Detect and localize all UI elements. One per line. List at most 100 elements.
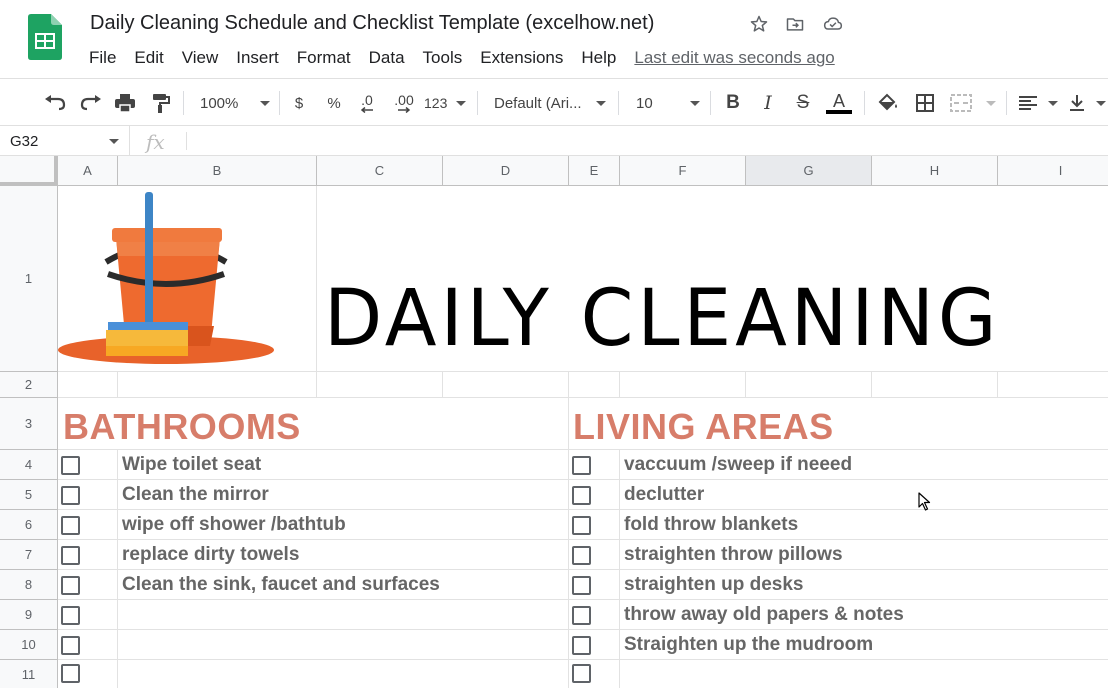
font-size-value: 10 [636, 94, 653, 112]
task-label[interactable]: fold throw blankets [624, 514, 798, 536]
menu-data[interactable]: Data [360, 44, 414, 72]
checkbox[interactable] [61, 606, 80, 625]
fx-icon: fx [146, 130, 165, 154]
row-header-8[interactable]: 8 [0, 570, 58, 600]
decrease-decimal-button[interactable]: .0 [354, 90, 380, 116]
menu-view[interactable]: View [173, 44, 228, 72]
percent-format-button[interactable]: % [324, 90, 344, 116]
column-header-b[interactable]: B [118, 156, 317, 186]
row-header-4[interactable]: 4 [0, 450, 58, 480]
star-icon[interactable] [748, 13, 770, 35]
italic-button[interactable]: I [757, 90, 779, 116]
menu-tools[interactable]: Tools [414, 44, 472, 72]
more-formats-select[interactable]: 123 [424, 90, 466, 116]
task-label[interactable]: Clean the mirror [122, 484, 269, 506]
task-label[interactable]: wipe off shower /bathtub [122, 514, 346, 536]
checkbox[interactable] [572, 456, 591, 475]
task-label[interactable]: throw away old papers & notes [624, 604, 904, 626]
print-icon[interactable] [112, 90, 138, 116]
checkbox[interactable] [572, 606, 591, 625]
menu-insert[interactable]: Insert [227, 44, 288, 72]
checkbox[interactable] [572, 636, 591, 655]
column-header-e[interactable]: E [569, 156, 620, 186]
task-label[interactable]: Wipe toilet seat [122, 454, 261, 476]
menu-file[interactable]: File [80, 44, 125, 72]
sheets-logo-icon[interactable] [28, 14, 62, 60]
last-edit-link[interactable]: Last edit was seconds ago [634, 48, 834, 68]
row-header-6[interactable]: 6 [0, 510, 58, 540]
column-header-h[interactable]: H [872, 156, 998, 186]
chevron-down-icon [690, 100, 700, 106]
bold-label: B [726, 92, 740, 113]
checkbox[interactable] [61, 456, 80, 475]
checkbox[interactable] [61, 576, 80, 595]
row-header-5[interactable]: 5 [0, 480, 58, 510]
section-title-bathrooms: BATHROOMS [63, 406, 301, 447]
column-header-d[interactable]: D [443, 156, 569, 186]
redo-icon[interactable] [78, 90, 104, 116]
title-bar: Daily Cleaning Schedule and Checklist Te… [0, 0, 1108, 78]
column-header-a[interactable]: A [58, 156, 118, 186]
checkbox[interactable] [572, 576, 591, 595]
move-to-folder-icon[interactable] [784, 13, 806, 35]
task-label[interactable]: straighten up desks [624, 574, 804, 596]
strikethrough-button[interactable]: S [792, 90, 814, 116]
task-label[interactable]: Clean the sink, faucet and surfaces [122, 574, 440, 596]
text-color-button[interactable]: A [826, 90, 852, 116]
checkbox[interactable] [61, 636, 80, 655]
cloud-status-icon[interactable] [822, 13, 844, 35]
row-header-7[interactable]: 7 [0, 540, 58, 570]
formula-input[interactable] [192, 126, 1108, 156]
currency-format-button[interactable]: $ [290, 90, 308, 116]
column-header-i[interactable]: I [998, 156, 1108, 186]
paint-format-icon[interactable] [148, 90, 174, 116]
zoom-select[interactable]: 100% [200, 90, 270, 116]
column-header-c[interactable]: C [317, 156, 443, 186]
task-label[interactable]: Straighten up the mudroom [624, 634, 873, 656]
row-header-1[interactable]: 1 [0, 186, 58, 372]
arrow-left-icon [360, 107, 373, 113]
menu-extensions[interactable]: Extensions [471, 44, 572, 72]
checkbox[interactable] [61, 516, 80, 535]
merge-cells-icon[interactable] [950, 90, 996, 116]
select-all-corner[interactable] [0, 156, 58, 186]
checkbox[interactable] [61, 546, 80, 565]
font-size-select[interactable]: 10 [636, 90, 700, 116]
task-label[interactable]: vaccuum /sweep if neeed [624, 454, 852, 476]
document-title[interactable]: Daily Cleaning Schedule and Checklist Te… [90, 12, 654, 35]
column-header-f[interactable]: F [620, 156, 746, 186]
row-header-3[interactable]: 3 [0, 398, 58, 450]
currency-label: $ [294, 94, 304, 112]
row-header-9[interactable]: 9 [0, 600, 58, 630]
task-label[interactable]: straighten throw pillows [624, 544, 843, 566]
row-header-2[interactable]: 2 [0, 372, 58, 398]
menu-bar: File Edit View Insert Format Data Tools … [80, 44, 835, 72]
task-label[interactable]: declutter [624, 484, 704, 506]
checkbox[interactable] [61, 664, 80, 683]
spreadsheet-grid[interactable]: A B C D E F G H I 1 2 3 4 5 6 7 8 9 10 1… [0, 156, 1108, 688]
menu-help[interactable]: Help [572, 44, 625, 72]
chevron-down-icon [1096, 100, 1106, 106]
task-label[interactable]: replace dirty towels [122, 544, 299, 566]
name-box[interactable]: G32 [0, 126, 130, 156]
menu-edit[interactable]: Edit [125, 44, 172, 72]
checkbox[interactable] [572, 516, 591, 535]
increase-decimal-button[interactable]: .00 [388, 90, 420, 116]
chevron-down-icon [260, 100, 270, 106]
horizontal-align-icon[interactable] [1018, 90, 1058, 116]
borders-icon[interactable] [914, 90, 936, 116]
column-header-g[interactable]: G [746, 156, 872, 186]
font-family-select[interactable]: Default (Ari... [494, 90, 606, 116]
checkbox[interactable] [572, 664, 591, 683]
checkbox[interactable] [61, 486, 80, 505]
checkbox[interactable] [572, 486, 591, 505]
row-header-11[interactable]: 11 [0, 660, 58, 688]
row-header-10[interactable]: 10 [0, 630, 58, 660]
vertical-align-icon[interactable] [1068, 90, 1106, 116]
banner-title: DAILY CLEANING [324, 274, 1001, 364]
undo-icon[interactable] [42, 90, 68, 116]
fill-color-icon[interactable] [876, 90, 900, 116]
checkbox[interactable] [572, 546, 591, 565]
bold-button[interactable]: B [722, 90, 744, 116]
menu-format[interactable]: Format [288, 44, 360, 72]
